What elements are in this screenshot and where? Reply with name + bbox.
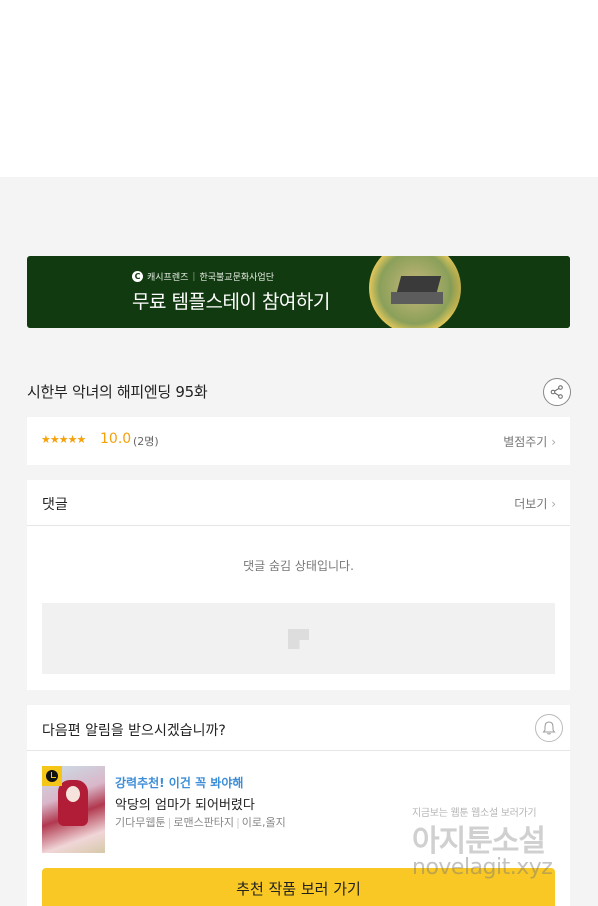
notify-title: 다음편 알림을 받으시겠습니까? bbox=[42, 723, 226, 739]
recommend-genre: 로맨스판타지 bbox=[173, 816, 235, 829]
banner-headline: 무료 템플스테이 참여하기 bbox=[132, 291, 330, 313]
recommend-type: 기다무웹툰 bbox=[115, 816, 166, 829]
rating-score: 10.0 bbox=[100, 431, 132, 447]
thumbnail-character-face bbox=[66, 786, 80, 802]
banner-sponsor: 한국불교문화사업단 bbox=[199, 273, 274, 283]
recommend-meta: 기다무웹툰 | 로맨스판타지 | 이로,올지 bbox=[115, 814, 286, 830]
recommend-thumbnail[interactable] bbox=[42, 766, 105, 853]
episode-title: 시한부 악녀의 해피엔딩 95화 bbox=[27, 383, 208, 401]
rating-stars: ★★★★★ bbox=[41, 433, 86, 446]
placeholder-image-icon bbox=[288, 629, 309, 649]
bell-icon bbox=[542, 721, 556, 735]
banner-brand-name: 캐시프렌즈 bbox=[147, 273, 189, 283]
recommend-title[interactable]: 악당의 엄마가 되어버렸다 bbox=[115, 794, 255, 813]
notify-section: 다음편 알림을 받으시겠습니까? 강력추천! 이건 꼭 봐야해 악당의 엄마가 … bbox=[27, 705, 570, 906]
ad-banner[interactable]: C 캐시프렌즈 | 한국불교문화사업단 무료 템플스테이 참여하기 bbox=[27, 256, 570, 328]
banner-brand: C 캐시프렌즈 | 한국불교문화사업단 bbox=[132, 270, 274, 283]
meta-divider: | bbox=[167, 816, 172, 829]
notify-bell-button[interactable] bbox=[535, 714, 563, 742]
recommend-tag: 강력추천! 이건 꼭 봐야해 bbox=[115, 776, 244, 790]
rating-count: (2명) bbox=[133, 435, 159, 448]
comment-hidden-message: 댓글 숨김 상태입니다. bbox=[243, 559, 354, 573]
clock-icon bbox=[42, 766, 62, 786]
meta-divider: | bbox=[236, 816, 240, 829]
top-blank-area bbox=[0, 0, 598, 177]
banner-fade bbox=[447, 256, 570, 328]
banner-divider: | bbox=[192, 271, 196, 282]
comment-title: 댓글 bbox=[42, 497, 68, 513]
comment-section: 댓글 더보기 › 댓글 숨김 상태입니다. bbox=[27, 480, 570, 690]
temple-base bbox=[391, 292, 443, 304]
rate-button-label: 별점주기 bbox=[503, 435, 548, 449]
rating-section: ★★★★★ 10.0 (2명) 별점주기 › bbox=[27, 417, 570, 465]
rate-button[interactable]: 별점주기 › bbox=[503, 433, 556, 450]
comment-more-button[interactable]: 더보기 › bbox=[514, 495, 556, 512]
chevron-right-icon: › bbox=[551, 435, 556, 449]
recommend-authors: 이로,올지 bbox=[241, 816, 286, 829]
share-button[interactable] bbox=[543, 378, 571, 406]
ad-placeholder bbox=[42, 603, 555, 674]
notify-header: 다음편 알림을 받으시겠습니까? bbox=[27, 705, 570, 751]
temple-roof bbox=[396, 276, 442, 292]
chevron-right-icon: › bbox=[551, 497, 556, 511]
comment-more-label: 더보기 bbox=[514, 497, 548, 511]
share-icon bbox=[550, 385, 563, 399]
comment-header: 댓글 더보기 › bbox=[27, 480, 570, 526]
cashfriends-logo-icon: C bbox=[132, 271, 143, 282]
recommend-cta-button[interactable]: 추천 작품 보러 가기 bbox=[42, 868, 555, 906]
